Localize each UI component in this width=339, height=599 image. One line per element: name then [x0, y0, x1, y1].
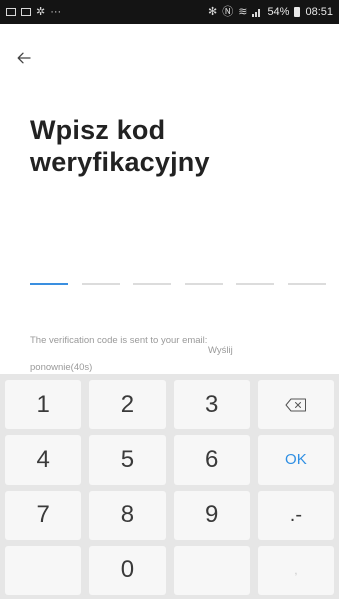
backspace-icon [285, 398, 306, 412]
key-symbols[interactable]: .- [257, 490, 334, 540]
code-slot[interactable] [236, 283, 275, 285]
image-icon [6, 8, 16, 16]
nfc-icon: Ⓝ [222, 5, 234, 18]
key-9[interactable]: 9 [173, 490, 250, 540]
code-slot[interactable] [81, 283, 120, 285]
code-slot[interactable] [287, 283, 326, 285]
code-sent-message: The verification code is sent to your em… [30, 335, 208, 346]
status-right: ✻ Ⓝ ≋ 54% 08:51 [208, 6, 333, 18]
code-slot[interactable] [133, 283, 172, 285]
resend-countdown[interactable]: ponownie(40s) [30, 362, 92, 373]
status-left: ✲ ··· [6, 5, 62, 18]
status-bar: ✲ ··· ✻ Ⓝ ≋ 54% 08:51 [0, 0, 339, 24]
more-icon: ··· [50, 5, 62, 18]
signal-icon [252, 9, 261, 17]
key-8[interactable]: 8 [89, 490, 166, 540]
code-slot[interactable] [30, 283, 68, 285]
bluetooth-icon: ✻ [208, 5, 218, 18]
page-title-line2: weryfikacyjny [30, 147, 210, 177]
back-button[interactable] [12, 46, 36, 70]
wifi-icon: ≋ [238, 5, 248, 18]
settings-icon: ✲ [36, 5, 46, 18]
key-2[interactable]: 2 [89, 380, 166, 430]
key-5[interactable]: 5 [89, 435, 166, 485]
battery-percent: 54% [267, 6, 290, 18]
ok-button[interactable]: OK [257, 435, 334, 485]
key-0[interactable]: 0 [89, 545, 166, 595]
key-4[interactable]: 4 [5, 435, 82, 485]
verification-screen: ✲ ··· ✻ Ⓝ ≋ 54% 08:51 Wpisz kod weryfika… [0, 0, 339, 599]
key-comma[interactable]: , [257, 545, 334, 595]
resend-link[interactable]: Wyślij [208, 345, 233, 356]
key-7[interactable]: 7 [5, 490, 82, 540]
numeric-keypad: 1 2 3 4 5 6 OK 7 8 9 .- 0 , [0, 374, 339, 599]
clock: 08:51 [305, 6, 333, 18]
key-1[interactable]: 1 [5, 380, 82, 430]
page-title-line1: Wpisz kod [30, 115, 166, 145]
arrow-left-icon [17, 52, 31, 64]
key-3[interactable]: 3 [173, 380, 250, 430]
key-6[interactable]: 6 [173, 435, 250, 485]
key-blank-left[interactable] [5, 545, 82, 595]
verification-code-input[interactable] [30, 283, 326, 285]
mail-icon [21, 8, 31, 16]
page-title: Wpisz kod weryfikacyjny [30, 114, 320, 178]
backspace-button[interactable] [257, 380, 334, 430]
key-blank-right[interactable] [173, 545, 250, 595]
battery-icon [294, 7, 301, 17]
code-slot[interactable] [184, 283, 223, 285]
